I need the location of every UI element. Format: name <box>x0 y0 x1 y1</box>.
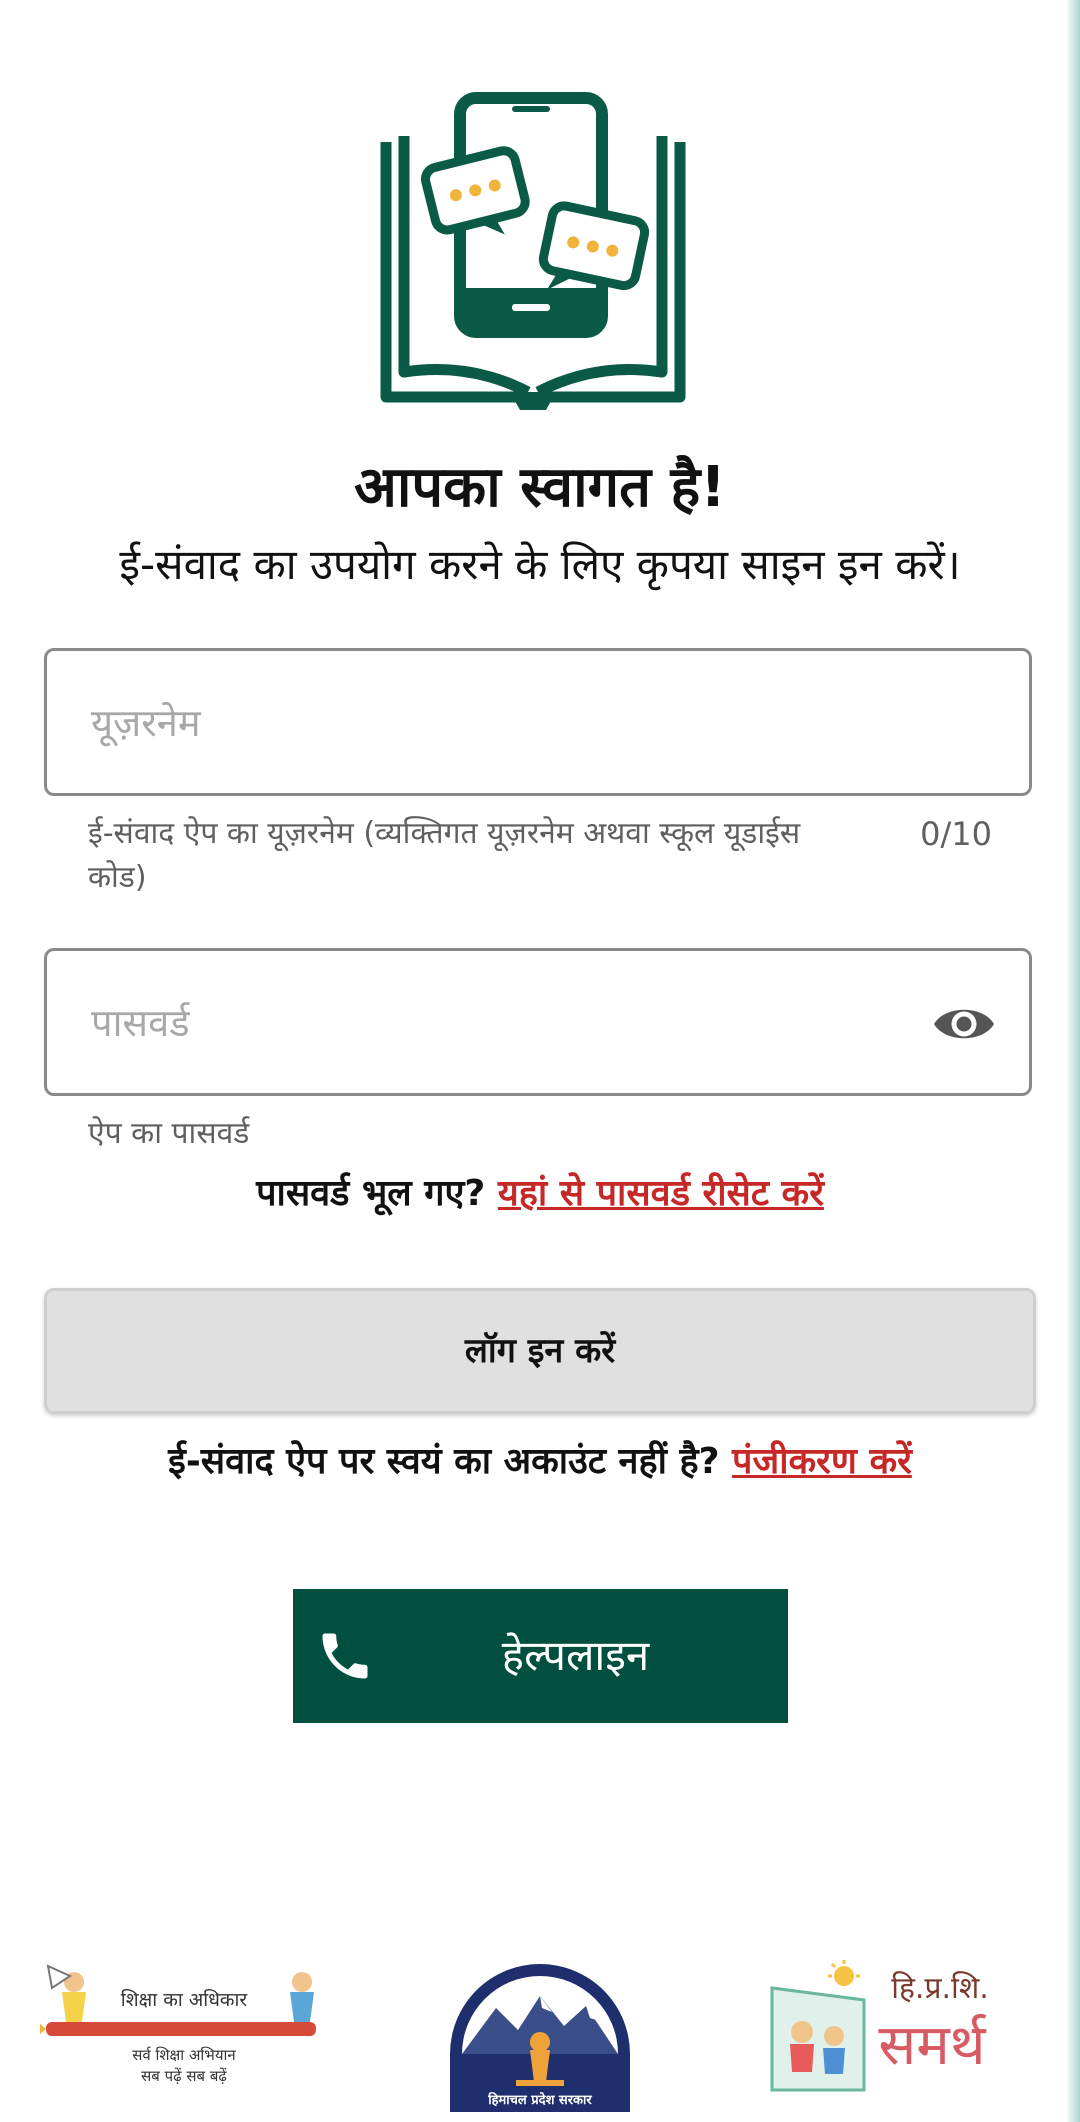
register-row: ई-संवाद ऐप पर स्वयं का अकाउंट नहीं है? प… <box>0 1436 1080 1488</box>
edge-strip <box>1066 0 1080 2122</box>
password-helper-text: ऐप का पासवर्ड <box>88 1116 250 1151</box>
eye-icon[interactable] <box>931 991 997 1057</box>
no-account-text: ई-संवाद ऐप पर स्वयं का अकाउंट नहीं है? <box>168 1441 720 1482</box>
samarth-name-text: समर्थ <box>878 2013 986 2078</box>
rte-logo: शिक्षा का अधिकार सर्व शिक्षा अभियान सब प… <box>40 1964 316 2085</box>
reset-password-link[interactable]: यहां से पासवर्ड रीसेट करें <box>498 1173 824 1214</box>
rte-line2-text: सब पढ़ें सब बढ़ें <box>141 2067 227 2085</box>
welcome-title: आपका स्वागत है! <box>354 455 726 520</box>
samarth-top-text: हि.प्र.शि. <box>891 1971 989 2006</box>
password-input[interactable] <box>89 951 913 1095</box>
forgot-password-row: पासवर्ड भूल गए? यहां से पासवर्ड रीसेट कर… <box>0 1168 1080 1220</box>
app-logo-icon <box>380 92 686 410</box>
himachal-seal-logo: हिमाचल प्रदेश सरकार <box>450 1964 630 2112</box>
username-input[interactable] <box>89 651 913 795</box>
samarth-logo: हि.प्र.शि. समर्थ <box>770 1960 989 2092</box>
password-field[interactable] <box>44 948 1032 1096</box>
username-char-counter: 0/10 <box>920 815 992 853</box>
register-link[interactable]: पंजीकरण करें <box>732 1441 912 1482</box>
helpline-button[interactable]: हेल्पलाइन <box>293 1589 788 1723</box>
rte-title-text: शिक्षा का अधिकार <box>121 1988 249 2011</box>
username-field[interactable] <box>44 648 1032 796</box>
rte-line1-text: सर्व शिक्षा अभियान <box>132 2046 236 2064</box>
login-button[interactable]: लॉग इन करें <box>44 1288 1036 1414</box>
forgot-password-text: पासवर्ड भूल गए? <box>256 1173 486 1214</box>
helpline-label: हेल्पलाइन <box>501 1631 650 1680</box>
seal-caption-text: हिमाचल प्रदेश सरकार <box>487 2092 592 2108</box>
signin-subtitle: ई-संवाद का उपयोग करने के लिए कृपया साइन … <box>119 540 961 589</box>
username-helper-text: ई-संवाद ऐप का यूज़रनेम (व्यक्तिगत यूज़रन… <box>88 816 801 895</box>
